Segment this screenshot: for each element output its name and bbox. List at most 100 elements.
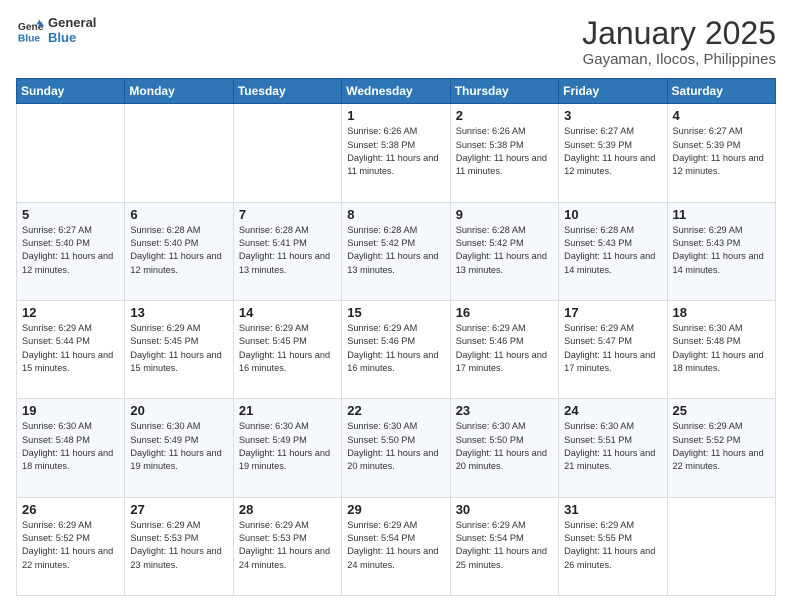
- calendar-day-cell: [17, 104, 125, 202]
- calendar-week-row: 1 Sunrise: 6:26 AM Sunset: 5:38 PM Daylig…: [17, 104, 776, 202]
- calendar-table: SundayMondayTuesdayWednesdayThursdayFrid…: [16, 78, 776, 596]
- calendar-day-cell: 6 Sunrise: 6:28 AM Sunset: 5:40 PM Daylig…: [125, 202, 233, 300]
- calendar-day-cell: 30 Sunrise: 6:29 AM Sunset: 5:54 PM Dayli…: [450, 497, 558, 595]
- calendar-day-cell: 22Sunrise: 6:30 AM Sunset: 5:50 PM Dayli…: [342, 399, 450, 497]
- day-number: 3: [564, 108, 661, 123]
- calendar-day-cell: 8Sunrise: 6:28 AM Sunset: 5:42 PM Daylig…: [342, 202, 450, 300]
- day-number: 1: [347, 108, 444, 123]
- day-info: Sunrise: 6:28 AM Sunset: 5:40 PM Dayligh…: [130, 224, 227, 277]
- day-number: 27: [130, 502, 227, 517]
- day-number: 11: [673, 207, 770, 222]
- day-number: 16: [456, 305, 553, 320]
- day-number: 13: [130, 305, 227, 320]
- calendar-day-header: Tuesday: [233, 79, 341, 104]
- day-info: Sunrise: 6:29 AM Sunset: 5:53 PM Dayligh…: [239, 519, 336, 572]
- day-number: 12: [22, 305, 119, 320]
- day-info: Sunrise: 6:29 AM Sunset: 5:53 PM Dayligh…: [130, 519, 227, 572]
- day-number: 28: [239, 502, 336, 517]
- day-number: 2: [456, 108, 553, 123]
- calendar-day-cell: 25Sunrise: 6:29 AM Sunset: 5:52 PM Dayli…: [667, 399, 775, 497]
- day-number: 6: [130, 207, 227, 222]
- calendar-day-cell: 1Sunrise: 6:26 AM Sunset: 5:38 PM Daylig…: [342, 104, 450, 202]
- day-number: 8: [347, 207, 444, 222]
- day-info: Sunrise: 6:29 AM Sunset: 5:45 PM Dayligh…: [239, 322, 336, 375]
- day-info: Sunrise: 6:29 AM Sunset: 5:54 PM Dayligh…: [456, 519, 553, 572]
- calendar-day-cell: 9 Sunrise: 6:28 AM Sunset: 5:42 PM Daylig…: [450, 202, 558, 300]
- day-number: 21: [239, 403, 336, 418]
- day-info: Sunrise: 6:30 AM Sunset: 5:51 PM Dayligh…: [564, 420, 661, 473]
- calendar-week-row: 5 Sunrise: 6:27 AM Sunset: 5:40 PM Daylig…: [17, 202, 776, 300]
- day-number: 5: [22, 207, 119, 222]
- calendar-day-cell: 2 Sunrise: 6:26 AM Sunset: 5:38 PM Daylig…: [450, 104, 558, 202]
- day-info: Sunrise: 6:30 AM Sunset: 5:50 PM Dayligh…: [456, 420, 553, 473]
- page-subtitle: Gayaman, Ilocos, Philippines: [582, 51, 776, 68]
- day-number: 7: [239, 207, 336, 222]
- day-info: Sunrise: 6:30 AM Sunset: 5:50 PM Dayligh…: [347, 420, 444, 473]
- day-number: 20: [130, 403, 227, 418]
- calendar-day-header: Friday: [559, 79, 667, 104]
- calendar-week-row: 12 Sunrise: 6:29 AM Sunset: 5:44 PM Dayli…: [17, 300, 776, 398]
- day-info: Sunrise: 6:29 AM Sunset: 5:46 PM Dayligh…: [347, 322, 444, 375]
- day-info: Sunrise: 6:27 AM Sunset: 5:40 PM Dayligh…: [22, 224, 119, 277]
- day-number: 9: [456, 207, 553, 222]
- calendar-day-cell: 19Sunrise: 6:30 AM Sunset: 5:48 PM Dayli…: [17, 399, 125, 497]
- day-number: 30: [456, 502, 553, 517]
- calendar-day-header: Thursday: [450, 79, 558, 104]
- day-info: Sunrise: 6:30 AM Sunset: 5:48 PM Dayligh…: [673, 322, 770, 375]
- header: General Blue General Blue January 2025 G…: [16, 16, 776, 68]
- logo: General Blue General Blue: [16, 16, 96, 46]
- calendar-day-cell: 28 Sunrise: 6:29 AM Sunset: 5:53 PM Dayli…: [233, 497, 341, 595]
- calendar-day-cell: 13 Sunrise: 6:29 AM Sunset: 5:45 PM Dayli…: [125, 300, 233, 398]
- day-number: 31: [564, 502, 661, 517]
- day-info: Sunrise: 6:30 AM Sunset: 5:49 PM Dayligh…: [130, 420, 227, 473]
- day-info: Sunrise: 6:29 AM Sunset: 5:44 PM Dayligh…: [22, 322, 119, 375]
- calendar-day-cell: [125, 104, 233, 202]
- calendar-day-cell: 11 Sunrise: 6:29 AM Sunset: 5:43 PM Dayli…: [667, 202, 775, 300]
- day-number: 24: [564, 403, 661, 418]
- calendar-day-cell: [233, 104, 341, 202]
- day-number: 4: [673, 108, 770, 123]
- calendar-day-cell: 10Sunrise: 6:28 AM Sunset: 5:43 PM Dayli…: [559, 202, 667, 300]
- calendar-header-row: SundayMondayTuesdayWednesdayThursdayFrid…: [17, 79, 776, 104]
- day-info: Sunrise: 6:28 AM Sunset: 5:41 PM Dayligh…: [239, 224, 336, 277]
- day-info: Sunrise: 6:29 AM Sunset: 5:45 PM Dayligh…: [130, 322, 227, 375]
- day-info: Sunrise: 6:29 AM Sunset: 5:46 PM Dayligh…: [456, 322, 553, 375]
- calendar-day-cell: 23Sunrise: 6:30 AM Sunset: 5:50 PM Dayli…: [450, 399, 558, 497]
- calendar-day-cell: 12 Sunrise: 6:29 AM Sunset: 5:44 PM Dayli…: [17, 300, 125, 398]
- calendar-day-cell: 27 Sunrise: 6:29 AM Sunset: 5:53 PM Dayli…: [125, 497, 233, 595]
- logo-general: General: [48, 16, 96, 31]
- calendar-day-cell: 26Sunrise: 6:29 AM Sunset: 5:52 PM Dayli…: [17, 497, 125, 595]
- day-number: 26: [22, 502, 119, 517]
- title-block: January 2025 Gayaman, Ilocos, Philippine…: [582, 16, 776, 68]
- day-number: 15: [347, 305, 444, 320]
- calendar-day-cell: 31 Sunrise: 6:29 AM Sunset: 5:55 PM Dayli…: [559, 497, 667, 595]
- day-info: Sunrise: 6:29 AM Sunset: 5:55 PM Dayligh…: [564, 519, 661, 572]
- calendar-week-row: 19Sunrise: 6:30 AM Sunset: 5:48 PM Dayli…: [17, 399, 776, 497]
- day-info: Sunrise: 6:30 AM Sunset: 5:49 PM Dayligh…: [239, 420, 336, 473]
- day-number: 17: [564, 305, 661, 320]
- logo-blue: Blue: [48, 31, 96, 46]
- day-number: 19: [22, 403, 119, 418]
- calendar-day-header: Saturday: [667, 79, 775, 104]
- calendar-day-header: Sunday: [17, 79, 125, 104]
- day-info: Sunrise: 6:29 AM Sunset: 5:47 PM Dayligh…: [564, 322, 661, 375]
- calendar-day-cell: 24 Sunrise: 6:30 AM Sunset: 5:51 PM Dayli…: [559, 399, 667, 497]
- calendar-day-cell: 18 Sunrise: 6:30 AM Sunset: 5:48 PM Dayli…: [667, 300, 775, 398]
- day-info: Sunrise: 6:28 AM Sunset: 5:42 PM Dayligh…: [456, 224, 553, 277]
- page-title: January 2025: [582, 16, 776, 51]
- calendar-day-cell: 20 Sunrise: 6:30 AM Sunset: 5:49 PM Dayli…: [125, 399, 233, 497]
- calendar-day-cell: 14 Sunrise: 6:29 AM Sunset: 5:45 PM Dayli…: [233, 300, 341, 398]
- day-info: Sunrise: 6:29 AM Sunset: 5:43 PM Dayligh…: [673, 224, 770, 277]
- calendar-day-cell: 3Sunrise: 6:27 AM Sunset: 5:39 PM Daylig…: [559, 104, 667, 202]
- day-info: Sunrise: 6:29 AM Sunset: 5:52 PM Dayligh…: [673, 420, 770, 473]
- day-number: 14: [239, 305, 336, 320]
- calendar-day-cell: 29Sunrise: 6:29 AM Sunset: 5:54 PM Dayli…: [342, 497, 450, 595]
- calendar-day-header: Monday: [125, 79, 233, 104]
- calendar-day-cell: [667, 497, 775, 595]
- page: General Blue General Blue January 2025 G…: [0, 0, 792, 612]
- day-number: 18: [673, 305, 770, 320]
- day-info: Sunrise: 6:26 AM Sunset: 5:38 PM Dayligh…: [456, 125, 553, 178]
- calendar-day-cell: 7 Sunrise: 6:28 AM Sunset: 5:41 PM Daylig…: [233, 202, 341, 300]
- calendar-day-header: Wednesday: [342, 79, 450, 104]
- calendar-day-cell: 4Sunrise: 6:27 AM Sunset: 5:39 PM Daylig…: [667, 104, 775, 202]
